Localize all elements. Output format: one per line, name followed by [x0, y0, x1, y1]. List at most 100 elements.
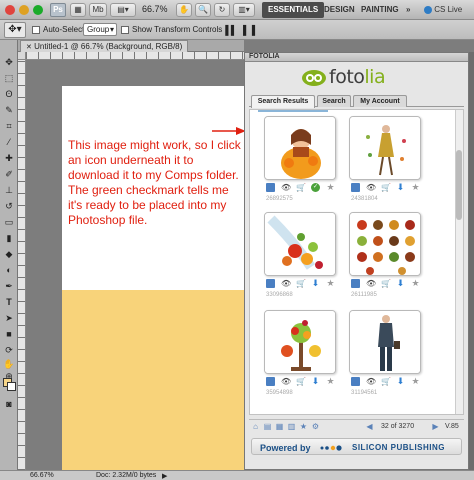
cart-icon[interactable]: 🛒 — [296, 377, 306, 386]
vertical-ruler[interactable] — [18, 60, 26, 470]
marquee-tool-icon[interactable]: ⬚ — [3, 72, 15, 84]
minimize-window-button[interactable] — [19, 5, 29, 15]
cs-live-button[interactable]: CS Live — [418, 2, 468, 18]
settings-icon[interactable]: ⚙ — [311, 422, 320, 431]
status-zoom[interactable]: 66.67% — [30, 472, 54, 479]
document-canvas[interactable]: This image might work, so I click an ico… — [62, 86, 244, 470]
cart-icon[interactable]: 🛒 — [296, 183, 306, 192]
gradient-tool-icon[interactable]: ▮ — [3, 232, 15, 244]
result-thumbnail[interactable] — [264, 310, 336, 374]
bridge-button[interactable]: ▦ — [70, 3, 86, 17]
lasso-tool-icon[interactable]: ʘ — [3, 88, 15, 100]
hand-tool-icon[interactable]: ✋ — [3, 358, 15, 370]
preview-eye-icon[interactable]: 👁 — [366, 183, 376, 192]
favorites-icon[interactable]: ★ — [299, 422, 308, 431]
preview-eye-icon[interactable]: 👁 — [366, 377, 376, 386]
more-workspaces-button[interactable]: » — [400, 2, 416, 18]
tab-search-results[interactable]: Search Results — [251, 95, 315, 108]
cart-folder-icon[interactable]: ▦ — [275, 422, 284, 431]
favorite-star-icon[interactable]: ★ — [326, 183, 335, 192]
home-icon[interactable]: ⌂ — [251, 422, 260, 431]
arrange-documents-button[interactable]: ▥▾ — [233, 3, 255, 17]
comps-folder-icon[interactable]: ▤ — [263, 422, 272, 431]
preview-eye-icon[interactable]: 👁 — [281, 377, 291, 386]
favorite-star-icon[interactable]: ★ — [326, 279, 335, 288]
cart-icon[interactable]: 🛒 — [381, 183, 391, 192]
cart-icon[interactable]: 🛒 — [381, 377, 391, 386]
auto-select-checkbox[interactable] — [32, 26, 40, 34]
eyedropper-tool-icon[interactable]: ⁄ — [3, 136, 15, 148]
rotate-view-button[interactable]: ↻ — [214, 3, 230, 17]
show-transform-checkbox[interactable] — [121, 26, 129, 34]
download-icon[interactable]: ⬇ — [311, 377, 320, 386]
horizontal-ruler[interactable] — [26, 52, 244, 60]
previous-page-icon[interactable]: ◀ — [365, 422, 374, 431]
download-icon[interactable]: ⬇ — [396, 183, 405, 192]
type-tool-icon[interactable]: T — [3, 296, 15, 308]
crop-tool-icon[interactable]: ⌗ — [3, 120, 15, 132]
healing-brush-tool-icon[interactable]: ✚ — [3, 152, 15, 164]
align-buttons[interactable]: ▐ ▌ ▐ ▐ — [222, 25, 255, 35]
status-doc-info[interactable]: Doc: 2.32M/0 bytes — [96, 472, 156, 479]
comp-icon[interactable] — [351, 183, 360, 192]
3d-rotate-tool-icon[interactable]: ⟳ — [3, 344, 15, 356]
preview-eye-icon[interactable]: 👁 — [281, 183, 291, 192]
workspace-essentials[interactable]: ESSENTIALS — [262, 2, 325, 18]
path-selection-tool-icon[interactable]: ➤ — [3, 312, 15, 324]
comp-icon[interactable] — [266, 377, 275, 386]
result-thumbnail[interactable] — [264, 116, 336, 180]
favorite-star-icon[interactable]: ★ — [411, 377, 420, 386]
zoom-level[interactable]: 66.7% — [142, 4, 168, 14]
ruler-origin[interactable] — [18, 52, 26, 60]
comp-icon[interactable] — [351, 279, 360, 288]
result-thumbnail[interactable] — [264, 212, 336, 276]
results-scrollbar[interactable] — [455, 110, 463, 414]
move-tool-icon[interactable]: ✥ — [3, 56, 15, 68]
quick-select-tool-icon[interactable]: ✎ — [3, 104, 15, 116]
preview-eye-icon[interactable]: 👁 — [366, 279, 376, 288]
view-extras-button[interactable]: ▤▾ — [110, 3, 136, 17]
powered-by-banner[interactable]: Powered by SILICON PUBLISHING — [251, 438, 462, 455]
cart-icon[interactable]: 🛒 — [296, 279, 306, 288]
shape-tool-icon[interactable]: ■ — [3, 328, 15, 340]
downloads-icon[interactable]: ▥ — [287, 422, 296, 431]
cart-icon[interactable]: 🛒 — [381, 279, 391, 288]
auto-select-dropdown[interactable]: Group ▾ — [83, 23, 117, 36]
pen-tool-icon[interactable]: ✒ — [3, 280, 15, 292]
dodge-tool-icon[interactable]: ◐ — [3, 264, 15, 276]
downloaded-checkmark-icon[interactable]: ✓ — [311, 183, 320, 192]
status-menu-arrow-icon[interactable]: ▶ — [162, 472, 167, 480]
move-tool-preset-icon[interactable]: ✥▾ — [4, 22, 26, 38]
zoom-window-button[interactable] — [33, 5, 43, 15]
close-tab-icon[interactable]: ✕ — [26, 44, 32, 51]
download-icon[interactable]: ⬇ — [396, 279, 405, 288]
clone-stamp-tool-icon[interactable]: ⊥ — [3, 184, 15, 196]
background-color-swatch[interactable] — [7, 382, 16, 391]
favorite-star-icon[interactable]: ★ — [326, 377, 335, 386]
next-page-icon[interactable]: ▶ — [431, 422, 440, 431]
result-thumbnail[interactable] — [349, 116, 421, 180]
result-thumbnail[interactable] — [349, 310, 421, 374]
hand-tool-button[interactable]: ✋ — [176, 3, 192, 17]
comp-icon[interactable] — [266, 183, 275, 192]
mini-bridge-button[interactable]: Mb — [89, 3, 107, 17]
comp-icon[interactable] — [351, 377, 360, 386]
result-thumbnail[interactable] — [349, 212, 421, 276]
zoom-tool-button[interactable]: 🔍 — [195, 3, 211, 17]
tab-search[interactable]: Search — [317, 95, 351, 107]
comp-icon[interactable] — [266, 279, 275, 288]
favorite-star-icon[interactable]: ★ — [411, 279, 420, 288]
blur-tool-icon[interactable]: ◆ — [3, 248, 15, 260]
close-window-button[interactable] — [5, 5, 15, 15]
scrollbar-thumb[interactable] — [456, 150, 462, 220]
download-icon[interactable]: ⬇ — [396, 377, 405, 386]
download-icon[interactable]: ⬇ — [311, 279, 320, 288]
brush-tool-icon[interactable]: ✐ — [3, 168, 15, 180]
quick-mask-icon[interactable]: ◙ — [3, 398, 15, 410]
history-brush-tool-icon[interactable]: ↺ — [3, 200, 15, 212]
tab-my-account[interactable]: My Account — [353, 95, 407, 107]
eraser-tool-icon[interactable]: ▭ — [3, 216, 15, 228]
preview-eye-icon[interactable]: 👁 — [281, 279, 291, 288]
document-tab[interactable]: ✕ Untitled-1 @ 66.7% (Background, RGB/8) — [20, 40, 189, 52]
favorite-star-icon[interactable]: ★ — [411, 183, 420, 192]
